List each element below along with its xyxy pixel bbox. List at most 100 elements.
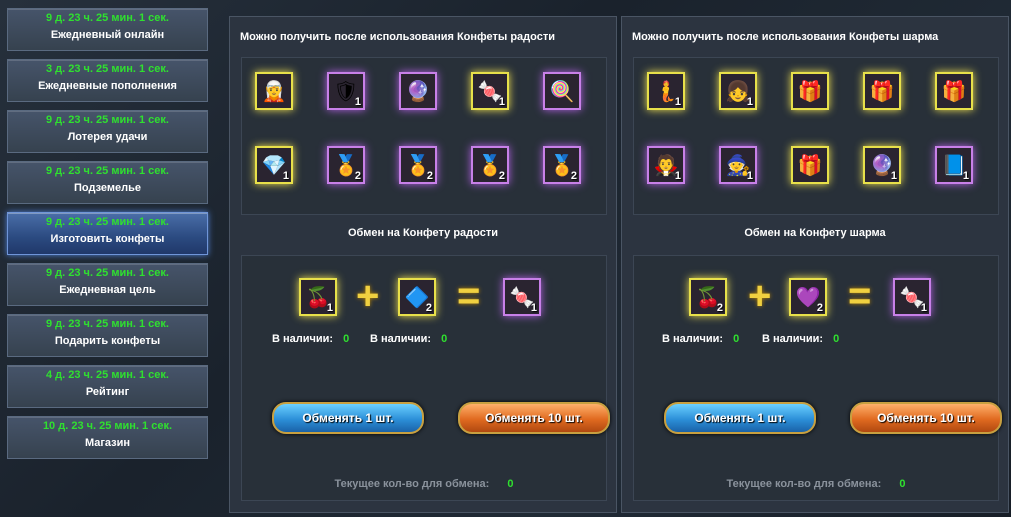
plus-icon: + bbox=[356, 274, 380, 318]
reward-slot[interactable]: 🧜 1 bbox=[647, 72, 685, 110]
result-count: 1 bbox=[530, 302, 537, 314]
sidebar-item-timer: 9 д. 23 ч. 25 мин. 1 сек. bbox=[46, 114, 169, 126]
sidebar: 9 д. 23 ч. 25 мин. 1 сек. Ежедневный онла… bbox=[7, 8, 208, 467]
sidebar-item-gift-candy[interactable]: 9 д. 23 ч. 25 мин. 1 сек. Подарить конфет… bbox=[7, 314, 208, 357]
sidebar-item-timer: 10 д. 23 ч. 25 мин. 1 сек. bbox=[42, 420, 173, 432]
plus-icon: + bbox=[748, 274, 772, 318]
reward-count: 1 bbox=[354, 96, 361, 108]
ingredient-slot[interactable]: 🍒 1 bbox=[299, 278, 337, 316]
reward-count: 1 bbox=[498, 96, 505, 108]
stock-value: 0 bbox=[833, 333, 840, 345]
equals-icon: = bbox=[457, 274, 481, 318]
exchange-area: 🍒 2 + 💜 2 = 🍬 1 В наличии: 0 В наличии: 0 Обм… bbox=[633, 255, 1002, 501]
result-count: 1 bbox=[920, 302, 927, 314]
sidebar-item-label: Изготовить конфеты bbox=[50, 233, 165, 245]
stock-label: В наличии: bbox=[662, 333, 724, 345]
reward-count: 1 bbox=[282, 170, 289, 182]
stock-label: В наличии: bbox=[762, 333, 824, 345]
sidebar-item-dungeon[interactable]: 9 д. 23 ч. 25 мин. 1 сек. Подземелье bbox=[7, 161, 208, 204]
reward-slot[interactable]: 🍬 1 bbox=[471, 72, 509, 110]
gift-box-icon: 🎁 bbox=[797, 154, 823, 177]
reward-slot[interactable]: 🏅 2 bbox=[471, 146, 509, 184]
reward-slot[interactable]: 🧙 1 bbox=[719, 146, 757, 184]
current-label: Текущее кол-во для обмена: bbox=[726, 478, 882, 490]
equals-icon: = bbox=[848, 274, 872, 318]
exchange-area: 🍒 1 + 🔷 2 = 🍬 1 В наличии: 0 В наличии: 0 Обм… bbox=[241, 255, 610, 501]
reward-count: 2 bbox=[354, 170, 361, 182]
result-slot[interactable]: 🍬 1 bbox=[503, 278, 541, 316]
reward-slot[interactable]: 📘 1 bbox=[935, 146, 973, 184]
reward-slot[interactable]: 🏅 2 bbox=[327, 146, 365, 184]
ingredient-slot[interactable]: 🔷 2 bbox=[398, 278, 436, 316]
reward-slot[interactable]: 🧝 bbox=[255, 72, 293, 110]
ingredient-slot[interactable]: 🍒 2 bbox=[689, 278, 727, 316]
lollipop-icon: 🍭 bbox=[549, 80, 575, 103]
reward-slot[interactable]: 🧛 1 bbox=[647, 146, 685, 184]
sidebar-item-make-candy[interactable]: 9 д. 23 ч. 25 мин. 1 сек. Изготовить конф… bbox=[7, 212, 208, 255]
panel-title: Можно получить после использования Конфе… bbox=[632, 31, 939, 43]
exchange-10-button[interactable]: Обменять 10 шт. bbox=[458, 402, 610, 434]
sidebar-item-label: Лотерея удачи bbox=[67, 131, 148, 143]
reward-slot[interactable]: 🔮 1 bbox=[863, 146, 901, 184]
gift-box-icon: 🎁 bbox=[941, 80, 967, 103]
rewards-grid: 🧜 1 👧 1 🎁 🎁 🎁 🧛 1 🧙 1 🎁 🔮 1 📘 1 bbox=[633, 57, 999, 215]
ingredient-count: 2 bbox=[425, 302, 432, 314]
sidebar-item-rating[interactable]: 4 д. 23 ч. 25 мин. 1 сек. Рейтинг bbox=[7, 365, 208, 408]
sidebar-item-lottery[interactable]: 9 д. 23 ч. 25 мин. 1 сек. Лотерея удачи bbox=[7, 110, 208, 153]
sidebar-item-label: Ежедневные пополнения bbox=[38, 80, 177, 92]
stock-value: 0 bbox=[733, 333, 740, 345]
sidebar-item-timer: 9 д. 23 ч. 25 мин. 1 сек. bbox=[46, 12, 169, 24]
ingredient-count: 2 bbox=[716, 302, 723, 314]
reward-slot[interactable]: 🎁 bbox=[863, 72, 901, 110]
orb-icon: 🔮 bbox=[405, 80, 431, 103]
sidebar-item-daily-online[interactable]: 9 д. 23 ч. 25 мин. 1 сек. Ежедневный онла… bbox=[7, 8, 208, 51]
reward-slot[interactable]: 🔮 bbox=[399, 72, 437, 110]
reward-slot[interactable]: 🎁 bbox=[791, 146, 829, 184]
stock-value: 0 bbox=[343, 333, 350, 345]
exchange-title: Обмен на Конфету шарма bbox=[744, 227, 886, 239]
sidebar-item-daily-goal[interactable]: 9 д. 23 ч. 25 мин. 1 сек. Ежедневная цель bbox=[7, 263, 208, 306]
result-slot[interactable]: 🍬 1 bbox=[893, 278, 931, 316]
sidebar-item-label: Ежедневная цель bbox=[59, 284, 156, 296]
sidebar-item-daily-topups[interactable]: 3 д. 23 ч. 25 мин. 1 сек. Ежедневные попо… bbox=[7, 59, 208, 102]
reward-slot[interactable]: 💎 1 bbox=[255, 146, 293, 184]
stock-label: В наличии: bbox=[272, 333, 334, 345]
reward-count: 1 bbox=[746, 170, 753, 182]
reward-slot[interactable]: 🏅 2 bbox=[543, 146, 581, 184]
exchange-10-button[interactable]: Обменять 10 шт. bbox=[850, 402, 1002, 434]
ingredient-slot[interactable]: 💜 2 bbox=[789, 278, 827, 316]
current-value: 0 bbox=[899, 478, 906, 490]
reward-slot[interactable]: 🎁 bbox=[935, 72, 973, 110]
reward-slot[interactable]: 🎁 bbox=[791, 72, 829, 110]
joy-candy-panel: Можно получить после использования Конфе… bbox=[229, 16, 617, 513]
reward-slot[interactable]: 🍭 bbox=[543, 72, 581, 110]
stock-b: В наличии: 0 bbox=[370, 333, 447, 345]
reward-count: 2 bbox=[570, 170, 577, 182]
reward-count: 1 bbox=[890, 170, 897, 182]
sidebar-item-label: Магазин bbox=[84, 437, 131, 449]
character-icon: 🧝 bbox=[261, 80, 287, 103]
reward-slot[interactable]: 👧 1 bbox=[719, 72, 757, 110]
current-value: 0 bbox=[507, 478, 514, 490]
exchange-1-button[interactable]: Обменять 1 шт. bbox=[664, 402, 816, 434]
reward-count: 1 bbox=[746, 96, 753, 108]
stock-a: В наличии: 0 bbox=[662, 333, 739, 345]
current-label: Текущее кол-во для обмена: bbox=[334, 478, 490, 490]
ingredient-count: 1 bbox=[326, 302, 333, 314]
reward-slot[interactable]: 🛡 1 bbox=[327, 72, 365, 110]
sidebar-item-shop[interactable]: 10 д. 23 ч. 25 мин. 1 сек. Магазин bbox=[7, 416, 208, 459]
reward-count: 2 bbox=[498, 170, 505, 182]
reward-count: 1 bbox=[674, 96, 681, 108]
exchange-1-button[interactable]: Обменять 1 шт. bbox=[272, 402, 424, 434]
reward-count: 2 bbox=[426, 170, 433, 182]
sidebar-item-label: Подарить конфеты bbox=[54, 335, 161, 347]
stock-a: В наличии: 0 bbox=[272, 333, 349, 345]
reward-slot[interactable]: 🏅 2 bbox=[399, 146, 437, 184]
reward-count: 1 bbox=[674, 170, 681, 182]
gift-box-icon: 🎁 bbox=[869, 80, 895, 103]
sidebar-item-label: Подземелье bbox=[73, 182, 141, 194]
rewards-grid: 🧝 🛡 1 🔮 🍬 1 🍭 💎 1 🏅 2 🏅 2 🏅 2 🏅 2 bbox=[241, 57, 607, 215]
sidebar-item-timer: 4 д. 23 ч. 25 мин. 1 сек. bbox=[46, 369, 169, 381]
ingredient-count: 2 bbox=[816, 302, 823, 314]
sidebar-item-timer: 9 д. 23 ч. 25 мин. 1 сек. bbox=[46, 267, 169, 279]
